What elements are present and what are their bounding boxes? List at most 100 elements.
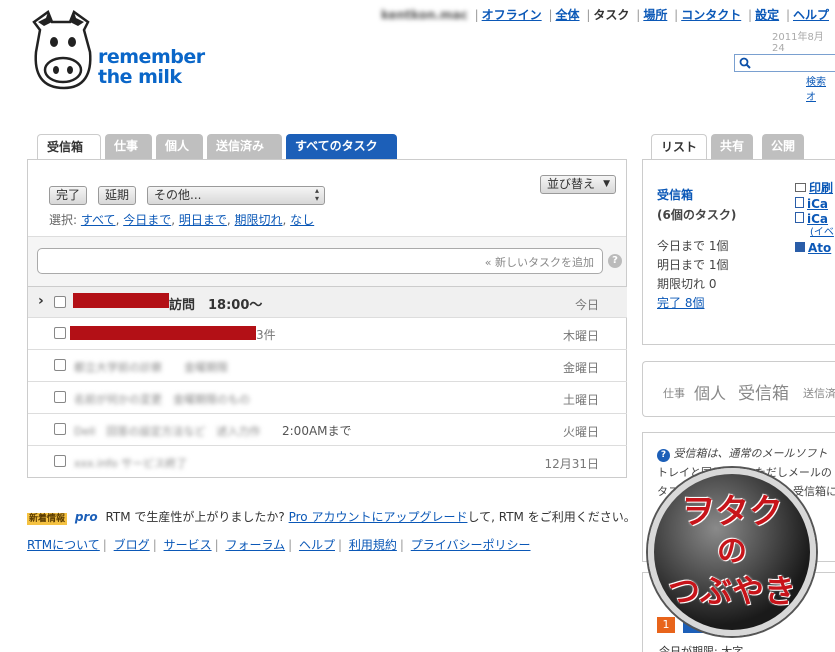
tag-cloud: 仕事 個人 受信箱 送信済	[642, 361, 835, 417]
nav-help[interactable]: ヘルプ	[793, 8, 829, 22]
nav-settings[interactable]: 設定	[755, 8, 779, 22]
pro-logo: pro	[74, 510, 98, 524]
task-row[interactable]: 名前が何かの変更 金曜期限のもの 土曜日	[28, 382, 627, 414]
upgrade-link[interactable]: Pro アカウントにアップグレード	[289, 510, 468, 524]
stamp-line3: つぶやき	[667, 572, 796, 610]
search-icon	[739, 57, 751, 69]
cloud-sent[interactable]: 送信済	[803, 385, 835, 401]
task-checkbox[interactable]	[54, 327, 66, 339]
header-date: 2011年8月24	[772, 32, 824, 54]
completed-link[interactable]: 完了 8個	[657, 294, 704, 311]
nav-contacts[interactable]: コンタクト	[681, 8, 741, 22]
select-links: 選択: すべて, 今日まで, 明日まで, 期限切れ, なし	[49, 213, 315, 227]
calendar-icon	[795, 197, 804, 208]
username: kentkon.mac	[380, 8, 468, 22]
top-nav: kentkon.mac | オフライン | 全体 | タスク | 場所 | コンタクト |…	[380, 8, 829, 22]
atom-link[interactable]: Ato	[795, 241, 831, 255]
task-row[interactable]: Dell 回答の設定方法など 述入力作 2:00AMまで 火曜日	[28, 414, 627, 446]
tab-personal[interactable]: 個人	[156, 134, 203, 159]
tab-list[interactable]: リスト	[651, 134, 708, 159]
list-tabs: 受信箱 仕事 個人 送信済み すべてのタスク	[37, 134, 417, 159]
task-row[interactable]: xxx.info サービス終了 12月31日	[28, 446, 627, 478]
task-checkbox[interactable]	[54, 423, 66, 435]
tab-share[interactable]: 共有	[711, 134, 754, 159]
count-badge: 1	[657, 617, 675, 633]
list-title: 受信箱	[657, 188, 694, 202]
footer-links: RTMについて | ブログ | サービス | フォーラム | ヘルプ | 利用規約 | プラ…	[27, 538, 531, 552]
search-options-link[interactable]: 検索オ	[806, 73, 835, 103]
search-input[interactable]	[734, 54, 835, 72]
nav-tasks[interactable]: タスク	[593, 8, 629, 22]
select-today[interactable]: 今日まで	[123, 213, 171, 227]
right-tabs: リスト 共有 公開	[651, 134, 835, 159]
chevron-right-icon: ›	[38, 293, 44, 309]
info-line: ? 受信箱は、通常のメールソフト	[657, 445, 828, 462]
task-checkbox[interactable]	[54, 359, 66, 371]
cloud-work[interactable]: 仕事	[663, 385, 685, 401]
footer-terms[interactable]: 利用規約	[349, 538, 397, 552]
add-task-bar: « 新しいタスクを追加 ?	[28, 236, 626, 286]
footer-blog[interactable]: ブログ	[114, 538, 150, 552]
select-overdue[interactable]: 期限切れ	[235, 213, 283, 227]
task-name[interactable]: 3件	[256, 326, 276, 343]
footer-help[interactable]: ヘルプ	[299, 538, 335, 552]
add-task-input[interactable]: « 新しいタスクを追加	[37, 248, 603, 274]
logo-line1: remember	[98, 46, 205, 68]
task-panel: 完了 延期 その他... ▴ ▾ 並び替え ▼ 選択: すべて, 今日まで, 明日…	[27, 159, 627, 478]
task-time: 2:00AMまで	[282, 424, 352, 438]
footer-about[interactable]: RTMについて	[27, 538, 100, 552]
complete-button[interactable]: 完了	[49, 186, 88, 205]
footer-privacy[interactable]: プライバシーポリシー	[411, 538, 531, 552]
tab-work[interactable]: 仕事	[105, 134, 152, 159]
cow-logo-icon	[32, 10, 92, 90]
task-name[interactable]: Dell 回答の設定方法など 述入力作	[74, 423, 260, 439]
select-all[interactable]: すべて	[81, 213, 116, 227]
ical-events-link[interactable]: iCa (イベ	[795, 212, 834, 239]
nav-locations[interactable]: 場所	[643, 8, 667, 22]
task-checkbox[interactable]	[54, 455, 66, 467]
task-row[interactable]: 3件 木曜日	[28, 318, 627, 350]
question-icon: ?	[657, 449, 670, 462]
tab-sent[interactable]: 送信済み	[207, 134, 282, 159]
calendar-icon	[795, 212, 804, 223]
nav-overview[interactable]: 全体	[556, 8, 580, 22]
task-due: 火曜日	[562, 425, 599, 439]
task-name[interactable]: 訪問 18:00〜	[169, 294, 262, 313]
cloud-personal[interactable]: 個人	[694, 380, 726, 404]
cloud-inbox[interactable]: 受信箱	[738, 379, 789, 404]
help-icon[interactable]: ?	[608, 254, 622, 268]
redaction	[70, 326, 256, 340]
sort-button[interactable]: 並び替え ▼	[540, 175, 616, 194]
ical-link[interactable]: iCa	[795, 197, 828, 211]
task-row[interactable]: › 訪問 18:00〜 今日	[28, 286, 627, 318]
redaction	[73, 293, 169, 308]
footer-forums[interactable]: フォーラム	[225, 538, 285, 552]
print-link[interactable]: 印刷	[795, 179, 833, 196]
task-name[interactable]: 名前が何かの変更 金曜期限のもの	[74, 391, 250, 407]
watermark-stamp: ヲタク の つぶやき	[648, 468, 816, 636]
task-name[interactable]: xxx.info サービス終了	[74, 455, 187, 471]
nav-offline[interactable]: オフライン	[482, 8, 542, 22]
select-none[interactable]: なし	[290, 213, 314, 227]
feed-icon	[795, 242, 805, 252]
more-actions-select[interactable]: その他... ▴ ▾	[147, 186, 325, 205]
select-label: 選択:	[49, 213, 78, 227]
chevron-down-icon: ▼	[603, 179, 610, 189]
task-row[interactable]: 都立大学前の診察 金曜期限 金曜日	[28, 350, 627, 382]
sort-label: 並び替え	[547, 177, 596, 191]
logo[interactable]: remember the milk	[26, 8, 211, 94]
task-name[interactable]: 都立大学前の診察 金曜期限	[74, 359, 228, 375]
task-checkbox[interactable]	[54, 391, 66, 403]
tab-publish[interactable]: 公開	[762, 134, 805, 159]
promo: 新着情報 pro RTM で生産性が上がりましたか? Pro アカウントにアップ…	[27, 508, 636, 525]
list-count: (6個のタスク)	[657, 208, 737, 222]
footer-services[interactable]: サービス	[164, 538, 212, 552]
stamp-line1: ヲタク	[681, 492, 783, 532]
task-due: 今日	[574, 298, 599, 312]
select-tomorrow[interactable]: 明日まで	[179, 213, 227, 227]
task-due: 12月31日	[544, 457, 599, 471]
task-checkbox[interactable]	[54, 296, 66, 308]
postpone-button[interactable]: 延期	[98, 186, 137, 205]
tab-inbox[interactable]: 受信箱	[37, 134, 101, 159]
tab-all-tasks[interactable]: すべてのタスク	[286, 134, 397, 159]
